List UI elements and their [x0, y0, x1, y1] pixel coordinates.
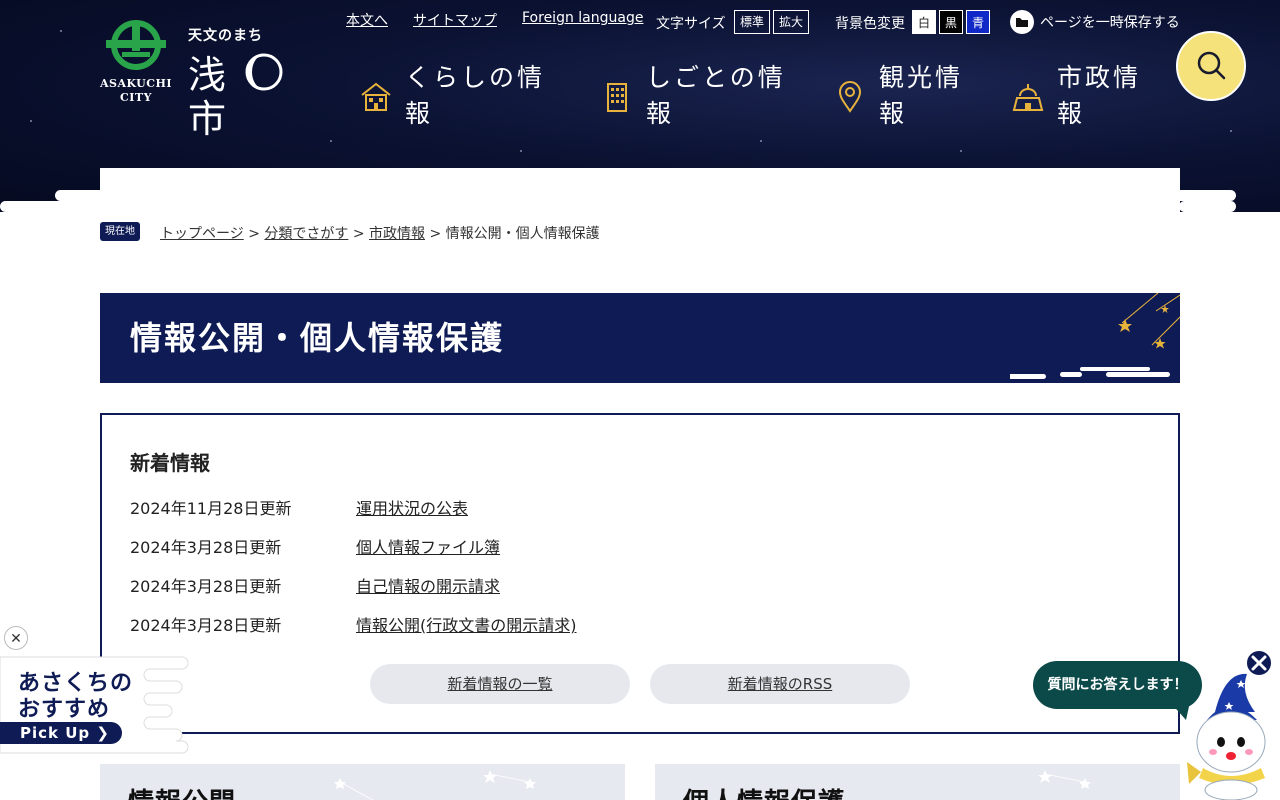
logo-kanji-left: 浅 — [188, 53, 229, 97]
star-decoration — [30, 120, 32, 122]
card-title: 個人情報保護 — [683, 782, 845, 800]
breadcrumb-separator: > — [248, 226, 260, 242]
news-heading: 新着情報 — [130, 451, 210, 475]
news-date: 2024年3月28日更新 — [130, 577, 282, 596]
card-privacy[interactable]: 個人情報保護 — [655, 764, 1180, 800]
foreign-language-link[interactable]: Foreign language — [522, 10, 643, 26]
pickup-button[interactable]: Pick Up ❯ — [0, 722, 122, 744]
nav-living-label: くらしの情報 — [405, 63, 546, 128]
breadcrumb-current: 情報公開・個人情報保護 — [445, 226, 600, 242]
city-name-line1: ASAKUCHI — [100, 77, 173, 90]
moon-icon — [245, 53, 283, 91]
bg-color-label: 背景色変更 — [835, 16, 905, 32]
star-decoration — [330, 140, 332, 142]
font-size-large-button[interactable]: 拡大 — [773, 10, 809, 34]
nav-work[interactable]: しごとの情報 — [600, 60, 800, 132]
breadcrumb-link-category[interactable]: 分類でさがす — [264, 226, 348, 242]
sitemap-link[interactable]: サイトマップ — [413, 10, 497, 30]
news-rss-button[interactable]: 新着情報のRSS — [650, 664, 910, 704]
breadcrumb-link-top[interactable]: トップページ — [160, 226, 244, 242]
page-title: 情報公開・個人情報保護 — [130, 319, 505, 357]
font-size-label: 文字サイズ — [656, 16, 726, 32]
nav-living[interactable]: くらしの情報 — [359, 60, 559, 132]
logo-kanji: 浅 市 — [188, 52, 325, 141]
save-page-label: ページを一時保存する — [1040, 15, 1180, 31]
star-decoration — [760, 140, 762, 142]
news-box: 新着情報 2024年11月28日更新 運用状況の公表 2024年3月28日更新 … — [100, 413, 1180, 734]
news-link[interactable]: 情報公開(行政文書の開示請求) — [356, 612, 577, 636]
pickup-close-button[interactable]: ✕ — [4, 626, 28, 650]
site-header: ASAKUCHI CITY 天文のまち 浅 市 本文へ サイトマップ Forei… — [0, 0, 1280, 212]
card-info-disclosure[interactable]: 情報公開 — [100, 764, 625, 800]
content-top-edge — [100, 168, 1180, 212]
pickup-banner[interactable]: あさくちの おすすめ Pick Up ❯ — [0, 655, 190, 760]
star-decoration — [520, 150, 522, 152]
city-hall-icon — [1012, 84, 1044, 111]
city-name-english: ASAKUCHI CITY — [100, 77, 172, 105]
city-emblem-icon — [106, 20, 166, 70]
star-decoration — [1230, 130, 1232, 132]
cloud-decoration — [1120, 190, 1236, 201]
logo-kanji-right: 市 — [188, 97, 229, 141]
nav-city-admin-label: 市政情報 — [1057, 63, 1142, 128]
news-date: 2024年3月28日更新 — [130, 538, 282, 557]
news-list-button[interactable]: 新着情報の一覧 — [370, 664, 630, 704]
news-date: 2024年11月28日更新 — [130, 499, 292, 518]
font-size-standard-button[interactable]: 標準 — [734, 10, 770, 34]
nav-tourism-label: 観光情報 — [879, 63, 964, 128]
breadcrumb-items: トップページ > 分類でさがす > 市政情報 > 情報公開・個人情報保護 — [160, 223, 600, 243]
cloud-decoration — [0, 201, 110, 212]
breadcrumb-here-label: 現在地 — [100, 222, 140, 241]
folder-icon — [1010, 10, 1034, 34]
star-decoration — [60, 30, 62, 32]
search-icon — [1197, 51, 1226, 80]
page-title-band: 情報公開・個人情報保護 — [100, 293, 1180, 383]
breadcrumb-separator: > — [429, 226, 442, 242]
house-icon — [361, 82, 391, 111]
skip-to-content-link[interactable]: 本文へ — [346, 10, 388, 30]
shooting-star-decoration — [1010, 293, 1180, 379]
logo-tagline: 天文のまち — [188, 28, 263, 44]
news-link[interactable]: 自己情報の開示請求 — [356, 573, 500, 597]
bg-white-button[interactable]: 白 — [912, 10, 936, 34]
news-link[interactable]: 運用状況の公表 — [356, 495, 468, 519]
breadcrumb-link-city-admin[interactable]: 市政情報 — [369, 226, 425, 242]
news-date: 2024年3月28日更新 — [130, 616, 282, 635]
map-pin-icon — [838, 81, 862, 113]
nav-work-label: しごとの情報 — [646, 63, 786, 128]
cloud-decoration — [100, 169, 180, 180]
news-link[interactable]: 個人情報ファイル簿 — [356, 534, 500, 558]
breadcrumb-separator: > — [352, 226, 365, 242]
city-name-line2: CITY — [120, 91, 152, 104]
search-button[interactable] — [1176, 31, 1246, 101]
mascot-character-icon[interactable] — [1185, 672, 1275, 800]
cloud-decoration — [1179, 201, 1236, 212]
cloud-decoration — [1110, 169, 1146, 180]
site-logo[interactable]: ASAKUCHI CITY 天文のまち 浅 市 — [100, 20, 325, 141]
bg-blue-button[interactable]: 青 — [966, 10, 990, 34]
pickup-title-line2: おすすめ — [18, 697, 111, 722]
cloud-decoration — [55, 190, 165, 201]
star-decoration — [960, 150, 962, 152]
bg-black-button[interactable]: 黒 — [939, 10, 963, 34]
card-title: 情報公開 — [128, 782, 236, 800]
nav-city-admin[interactable]: 市政情報 — [1011, 60, 1171, 132]
nav-tourism[interactable]: 観光情報 — [833, 60, 993, 132]
building-icon — [607, 83, 627, 112]
